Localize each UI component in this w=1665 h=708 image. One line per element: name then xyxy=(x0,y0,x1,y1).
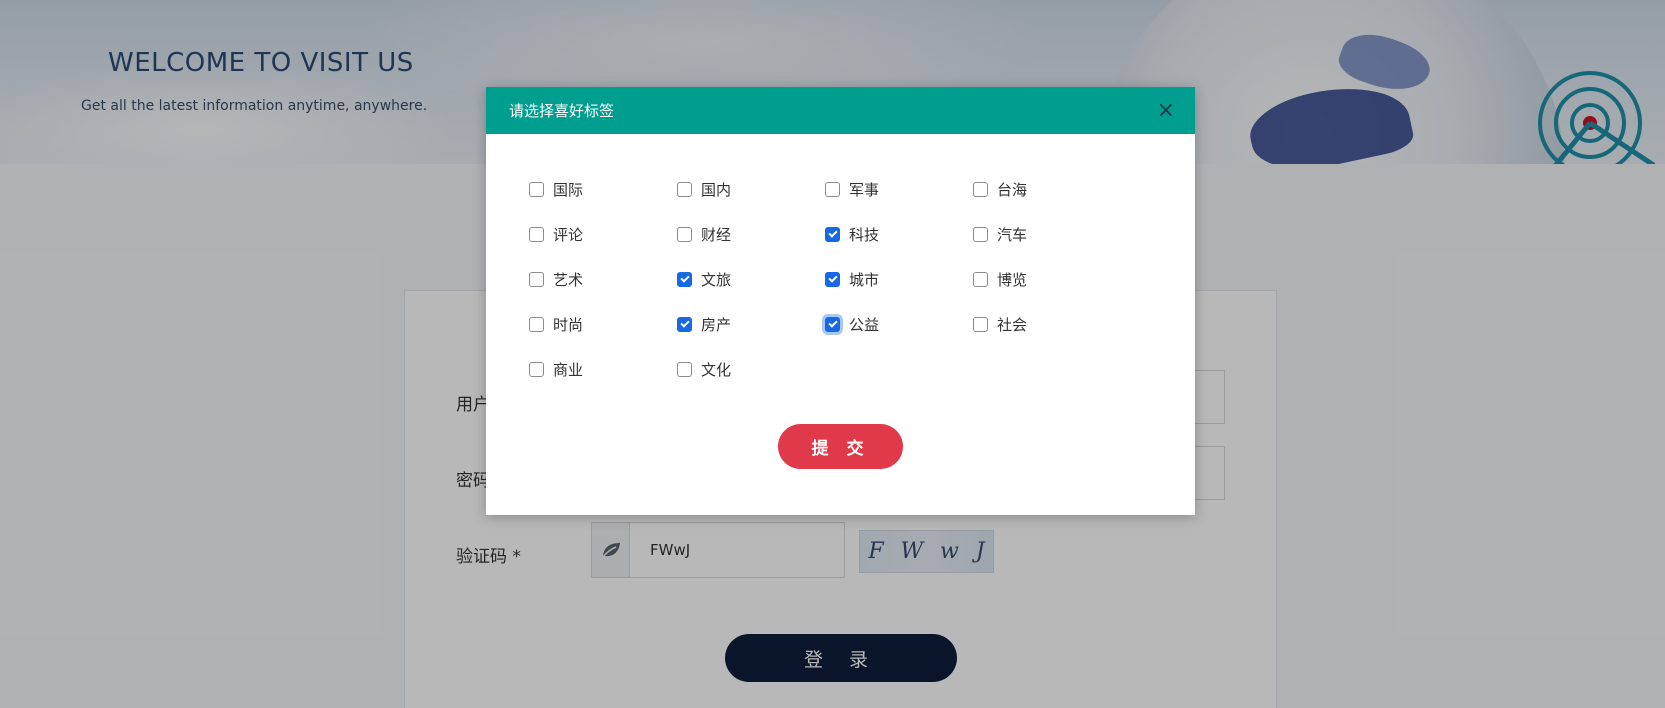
tag-label: 艺术 xyxy=(553,271,584,289)
tag-option[interactable]: 军事 xyxy=(825,167,973,212)
tag-label: 台海 xyxy=(997,181,1028,199)
tag-option[interactable]: 博览 xyxy=(973,257,1121,302)
tag-label: 公益 xyxy=(849,316,880,334)
tag-option[interactable]: 汽车 xyxy=(973,212,1121,257)
close-icon[interactable]: × xyxy=(1157,99,1175,122)
tag-option[interactable]: 房产 xyxy=(677,302,825,347)
tag-label: 社会 xyxy=(997,316,1028,334)
checkbox-checked[interactable] xyxy=(825,227,840,242)
tag-label: 城市 xyxy=(849,271,880,289)
tag-label: 财经 xyxy=(701,226,732,244)
tag-option[interactable]: 公益 xyxy=(825,302,973,347)
tag-label: 国际 xyxy=(553,181,584,199)
tag-label: 博览 xyxy=(997,271,1028,289)
tag-option[interactable]: 艺术 xyxy=(529,257,677,302)
tag-label: 评论 xyxy=(553,226,584,244)
submit-button[interactable]: 提 交 xyxy=(778,424,903,469)
tag-label: 时尚 xyxy=(553,316,584,334)
tag-label: 商业 xyxy=(553,361,584,379)
modal-header: 请选择喜好标签 × xyxy=(486,87,1195,134)
tag-option[interactable]: 社会 xyxy=(973,302,1121,347)
checkbox-unchecked[interactable] xyxy=(529,362,544,377)
modal-title: 请选择喜好标签 xyxy=(509,102,615,120)
checkbox-unchecked[interactable] xyxy=(529,272,544,287)
checkbox-unchecked[interactable] xyxy=(973,227,988,242)
tag-option[interactable]: 财经 xyxy=(677,212,825,257)
tag-option[interactable]: 科技 xyxy=(825,212,973,257)
tag-option[interactable]: 台海 xyxy=(973,167,1121,212)
tag-option[interactable]: 评论 xyxy=(529,212,677,257)
checkbox-unchecked[interactable] xyxy=(677,227,692,242)
checkbox-unchecked[interactable] xyxy=(529,317,544,332)
tag-option[interactable]: 城市 xyxy=(825,257,973,302)
tag-option[interactable]: 国际 xyxy=(529,167,677,212)
tag-label: 房产 xyxy=(701,316,732,334)
tag-option[interactable]: 国内 xyxy=(677,167,825,212)
checkbox-unchecked[interactable] xyxy=(973,182,988,197)
tag-label: 文旅 xyxy=(701,271,732,289)
checkbox-checked[interactable] xyxy=(825,317,840,332)
checkbox-unchecked[interactable] xyxy=(677,182,692,197)
checkbox-unchecked[interactable] xyxy=(973,317,988,332)
checkbox-checked[interactable] xyxy=(825,272,840,287)
tag-grid: 国际 国内 军事 台海评论 财经 科技 汽车艺术 文旅 城市 博览时尚 房产 公益 社会商业 文化 xyxy=(529,167,1129,392)
tag-option[interactable]: 文旅 xyxy=(677,257,825,302)
checkbox-unchecked[interactable] xyxy=(529,182,544,197)
checkbox-unchecked[interactable] xyxy=(529,227,544,242)
tag-preference-modal: 请选择喜好标签 × 国际 国内 军事 台海评论 财经 科技 汽车艺术 文旅 城市 博览时尚 房产 公益… xyxy=(486,87,1195,515)
checkbox-checked[interactable] xyxy=(677,317,692,332)
tag-option[interactable]: 文化 xyxy=(677,347,825,392)
checkbox-checked[interactable] xyxy=(677,272,692,287)
tag-label: 国内 xyxy=(701,181,732,199)
checkbox-unchecked[interactable] xyxy=(825,182,840,197)
tag-option[interactable]: 商业 xyxy=(529,347,677,392)
checkbox-unchecked[interactable] xyxy=(973,272,988,287)
tag-label: 文化 xyxy=(701,361,732,379)
checkbox-unchecked[interactable] xyxy=(677,362,692,377)
tag-option[interactable]: 时尚 xyxy=(529,302,677,347)
tag-label: 科技 xyxy=(849,226,880,244)
tag-label: 汽车 xyxy=(997,226,1028,244)
tag-label: 军事 xyxy=(849,181,880,199)
